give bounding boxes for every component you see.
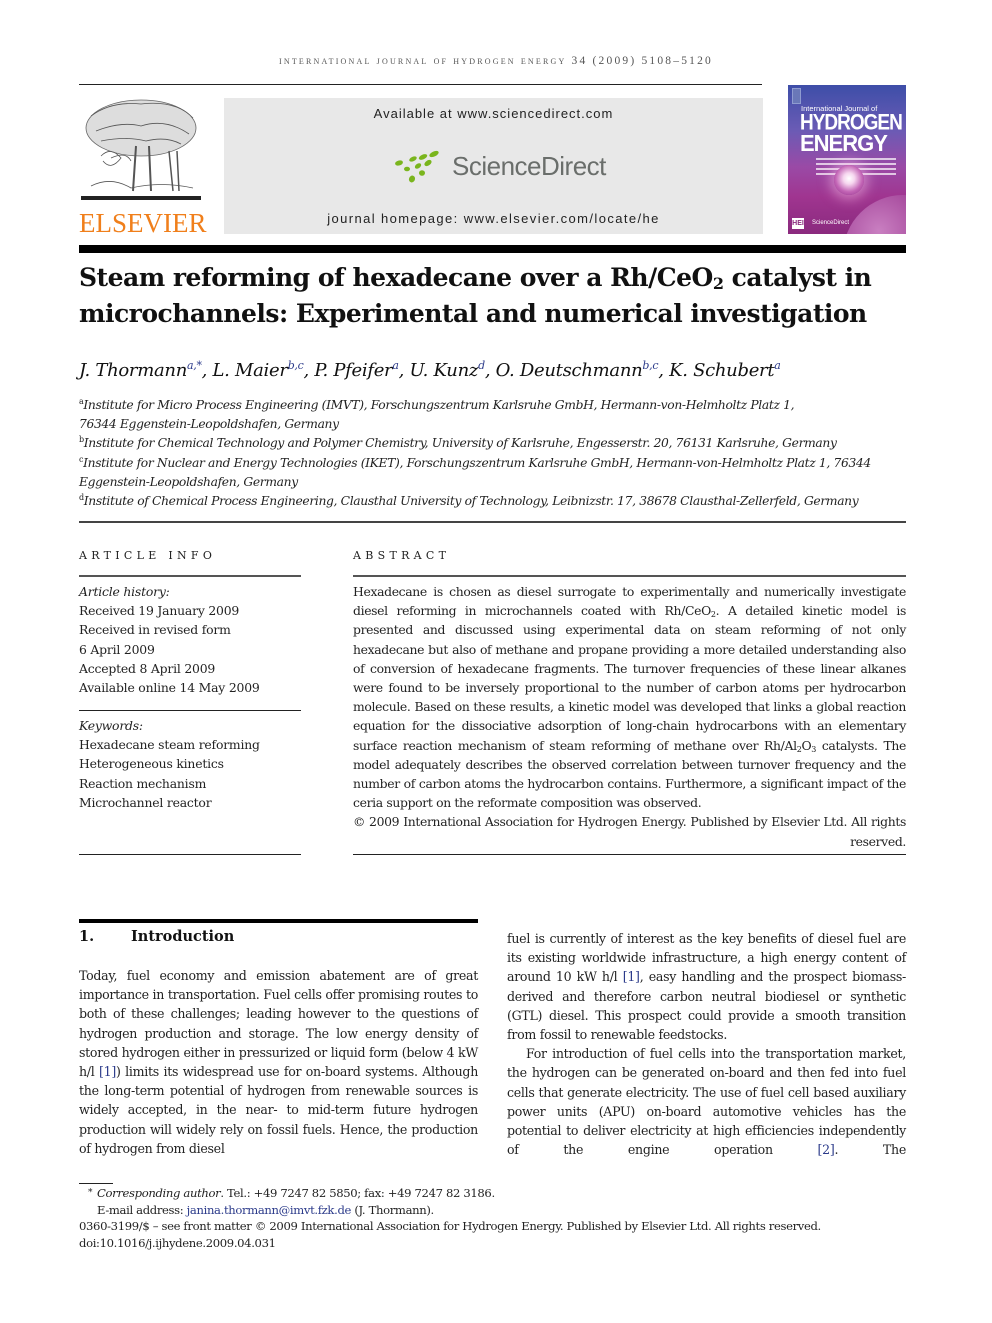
introduction-rule [79, 919, 478, 923]
sciencedirect-logo[interactable]: ScienceDirect [392, 148, 606, 186]
author-list: J. Thormanna,*, L. Maierb,c, P. Pfeifera… [79, 359, 781, 381]
cover-hei-badge: HEI [792, 218, 804, 229]
sciencedirect-wordmark: ScienceDirect [452, 151, 606, 181]
keywords: Keywords: Hexadecane steam reforming Het… [79, 716, 301, 812]
cover-orb-graphic [834, 165, 864, 195]
author[interactable]: U. Kunzd [409, 360, 485, 381]
abstract-text: Hexadecane is chosen as diesel surrogate… [353, 582, 906, 851]
author[interactable]: O. Deutschmannb,c [496, 360, 659, 381]
front-matter-note: 0360-3199/$ – see front matter © 2009 In… [79, 1219, 821, 1234]
author[interactable]: L. Maierb,c [213, 360, 304, 381]
affiliation-d: dInstitute of Chemical Process Engineeri… [79, 493, 859, 509]
journal-homepage-link[interactable]: journal homepage: www.elsevier.com/locat… [224, 211, 763, 226]
article-info-rule [79, 575, 301, 577]
running-head: International Journal of Hydrogen Energy… [0, 55, 992, 67]
body-column-left: Today, fuel economy and emission abateme… [79, 966, 478, 1158]
abstract-body: Hexadecane is chosen as diesel surrogate… [353, 584, 906, 811]
header-top-rule [79, 84, 762, 85]
cover-line3: ENERGY [800, 130, 888, 157]
keyword-item: Hexadecane steam reforming [79, 737, 260, 753]
author[interactable]: J. Thormanna,* [79, 360, 202, 381]
cover-publisher-logo-icon [792, 88, 801, 104]
cover-sciencedirect-text: ScienceDirect [812, 220, 850, 226]
section-number: 1. [79, 928, 95, 945]
author[interactable]: P. Pfeifera [314, 360, 399, 381]
abstract-rule [353, 575, 906, 577]
citation-link[interactable]: [1] [99, 1064, 116, 1079]
header-thick-rule [79, 245, 906, 253]
article-history-heading: Article history: [79, 584, 170, 599]
citation-link[interactable]: [2] [818, 1142, 835, 1157]
history-item: Accepted 8 April 2009 [79, 660, 216, 676]
history-item: 6 April 2009 [79, 641, 155, 657]
article-history: Article history: Received 19 January 200… [79, 582, 301, 697]
elsevier-logo[interactable]: ELSEVIER [79, 96, 207, 238]
paragraph: Today, fuel economy and emission abateme… [79, 968, 478, 1156]
history-item: Received 19 January 2009 [79, 603, 240, 619]
elsevier-wordmark: ELSEVIER [79, 208, 207, 238]
affiliation-c: cInstitute for Nuclear and Energy Techno… [79, 454, 871, 489]
abstract-copyright: © 2009 International Association for Hyd… [353, 814, 906, 849]
paragraph: For introduction of fuel cells into the … [507, 1046, 906, 1158]
paragraph: fuel is currently of interest as the key… [507, 931, 906, 1043]
abstract-bottom-rule [353, 854, 906, 855]
affiliations-rule [79, 521, 906, 523]
affiliations: aInstitute for Micro Process Engineering… [79, 396, 909, 511]
email-link[interactable]: janina.thormann@imvt.fzk.de [187, 1203, 352, 1217]
corresponding-author-note: * Corresponding author. Tel.: +49 7247 82… [88, 1186, 495, 1200]
footnote-rule [79, 1183, 113, 1184]
email-note: E-mail address: janina.thormann@imvt.fzk… [97, 1202, 434, 1217]
keyword-item: Heterogeneous kinetics [79, 756, 224, 772]
article-title: Steam reforming of hexadecane over a Rh/… [79, 263, 872, 328]
affiliation-a: aInstitute for Micro Process Engineering… [79, 397, 795, 432]
history-item: Available online 14 May 2009 [79, 680, 260, 696]
article-info-bottom-rule [79, 854, 301, 855]
sciencedirect-dots-icon [395, 150, 439, 183]
doi-link[interactable]: doi:10.1016/j.ijhydene.2009.04.031 [79, 1235, 919, 1252]
keyword-item: Reaction mechanism [79, 775, 207, 791]
keywords-rule [79, 710, 301, 711]
footnotes: * Corresponding author. Tel.: +49 7247 82… [79, 1185, 919, 1251]
keyword-item: Microchannel reactor [79, 794, 212, 810]
body-column-right: fuel is currently of interest as the key… [507, 929, 906, 1159]
abstract-label: ABSTRACT [353, 549, 451, 562]
journal-cover-image[interactable]: International Journal of HYDROGEN ENERGY… [788, 85, 906, 234]
elsevier-tree-icon [81, 99, 201, 200]
article-info-label: ARTICLE INFO [79, 549, 217, 562]
affiliation-b: bInstitute for Chemical Technology and P… [79, 435, 837, 451]
section-title: Introduction [131, 928, 235, 945]
sciencedirect-banner: Available at www.sciencedirect.com Scien… [224, 98, 763, 234]
history-item: Received in revised form [79, 622, 231, 638]
citation-link[interactable]: [1] [623, 969, 640, 984]
introduction-heading: 1. Introduction [79, 928, 234, 945]
cover-arc-graphic [843, 195, 906, 234]
keywords-heading: Keywords: [79, 718, 143, 733]
running-head-text: International Journal of Hydrogen Energy… [278, 55, 714, 67]
author[interactable]: K. Schuberta [669, 360, 781, 381]
available-at-link[interactable]: Available at www.sciencedirect.com [224, 106, 763, 121]
